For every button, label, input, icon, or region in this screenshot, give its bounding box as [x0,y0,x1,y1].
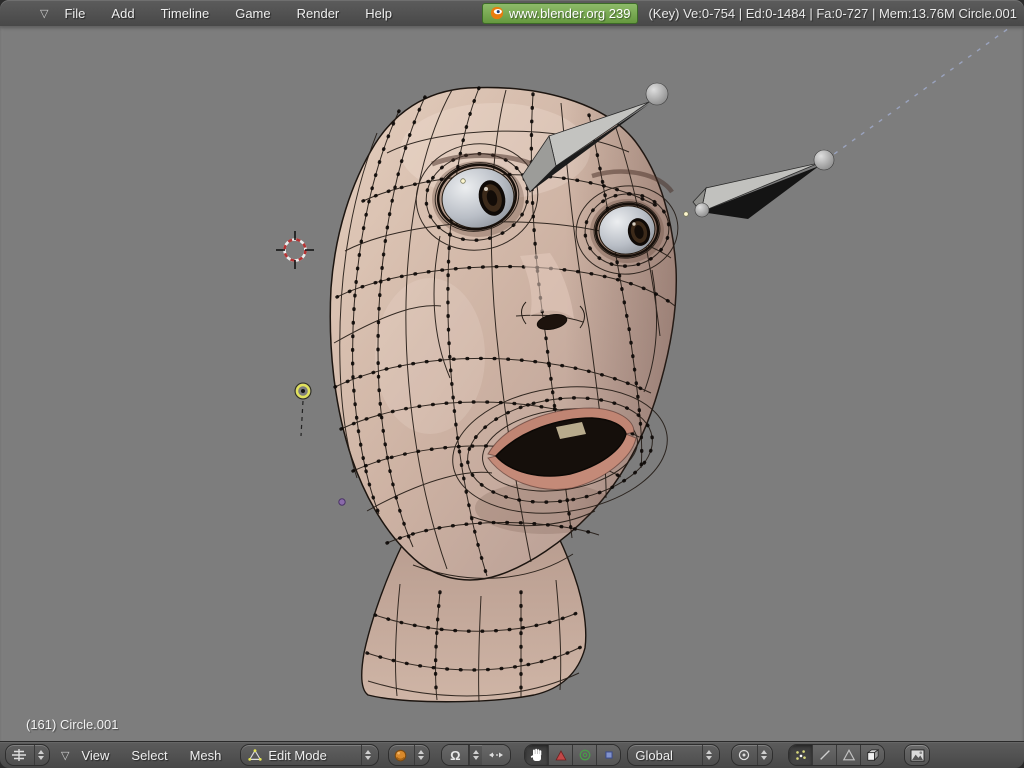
manipulator-translate-button[interactable] [549,745,574,765]
mode-dropdown[interactable]: Edit Mode [240,744,380,766]
draw-type-spinner[interactable] [414,745,427,765]
header-collapse-icon[interactable]: ▽ [40,7,48,20]
menu-render[interactable]: Render [295,6,342,21]
viewport-header-bar: ▽ View Select Mesh Edit Mode Ω Global [0,741,1024,768]
bone-spike-right[interactable] [692,149,835,219]
proportional-spinner[interactable] [469,745,482,765]
cursor-3d[interactable] [276,231,314,269]
manipulator-toggle-button[interactable] [525,745,550,765]
face-select-button[interactable] [837,745,862,765]
render-preview-button[interactable] [904,744,931,766]
blender-logo-icon [490,6,504,20]
pivot-spinner[interactable] [757,745,770,765]
orientation-spinner[interactable] [702,745,715,765]
automerge-button[interactable] [482,745,511,765]
top-header-bar: ▽ File Add Timeline Game Render Help www… [0,0,1024,27]
header-collapse-icon-bottom[interactable]: ▽ [61,749,69,762]
menu-help[interactable]: Help [363,6,394,21]
view3d-editor-icon [12,749,26,761]
viewport-canvas[interactable] [0,22,1024,742]
viewport-3d[interactable]: (161) Circle.001 [0,22,1024,742]
edge-select-button[interactable] [813,745,838,765]
select-mode-group [788,744,886,766]
parent-relation-dashed-line [829,22,1017,158]
scene-statistics: (Key) Ve:0-754 | Ed:0-1484 | Fa:0-727 | … [648,5,1017,21]
menu-select[interactable]: Select [129,748,169,763]
proportional-edit-group: Ω [441,744,512,766]
occlude-geometry-button[interactable] [861,745,885,765]
editor-type-selector[interactable] [5,744,50,766]
pivot-dropdown[interactable] [731,744,774,766]
blender-org-badge[interactable]: www.blender.org 239 [482,2,639,24]
edit-mode-icon [248,749,263,761]
rotate-icon [579,749,591,761]
menu-timeline[interactable]: Timeline [159,6,212,21]
solid-draw-icon [395,749,407,761]
translate-icon [555,749,567,760]
object-center-dot[interactable] [338,498,346,506]
vertex-point-left[interactable] [460,178,466,184]
image-icon [910,748,925,762]
menu-game[interactable]: Game [233,6,272,21]
active-object-info: (161) Circle.001 [26,717,119,732]
editor-selector-spinner[interactable] [34,745,47,765]
menu-mesh[interactable]: Mesh [188,748,224,763]
edge-select-icon [820,750,830,760]
vertex-point-right[interactable] [683,211,689,217]
lamp-object[interactable] [294,382,312,437]
menu-file[interactable]: File [62,6,87,21]
badge-label: www.blender.org 239 [509,5,631,21]
manipulator-scale-button[interactable] [597,745,621,765]
pivot-center-icon [739,749,750,761]
snap-arrows-icon [489,752,504,758]
mode-dropdown-spinner[interactable] [361,745,374,765]
vertex-select-button[interactable] [789,745,814,765]
manipulator-rotate-button[interactable] [573,745,598,765]
vertex-select-icon [796,750,806,760]
orientation-label: Global [635,747,673,763]
orientation-dropdown[interactable]: Global [627,744,721,766]
occlude-cube-icon [867,748,880,761]
hand-icon [530,748,542,761]
face-select-icon [842,748,856,761]
scale-icon [605,751,613,759]
mode-dropdown-label: Edit Mode [268,747,327,763]
menu-add[interactable]: Add [109,6,136,21]
proportional-falloff-icon: Ω [450,747,461,763]
menu-view[interactable]: View [79,748,111,763]
draw-type-selector[interactable] [388,744,431,766]
proportional-edit-button[interactable]: Ω [442,745,470,765]
manipulator-group [524,744,622,766]
